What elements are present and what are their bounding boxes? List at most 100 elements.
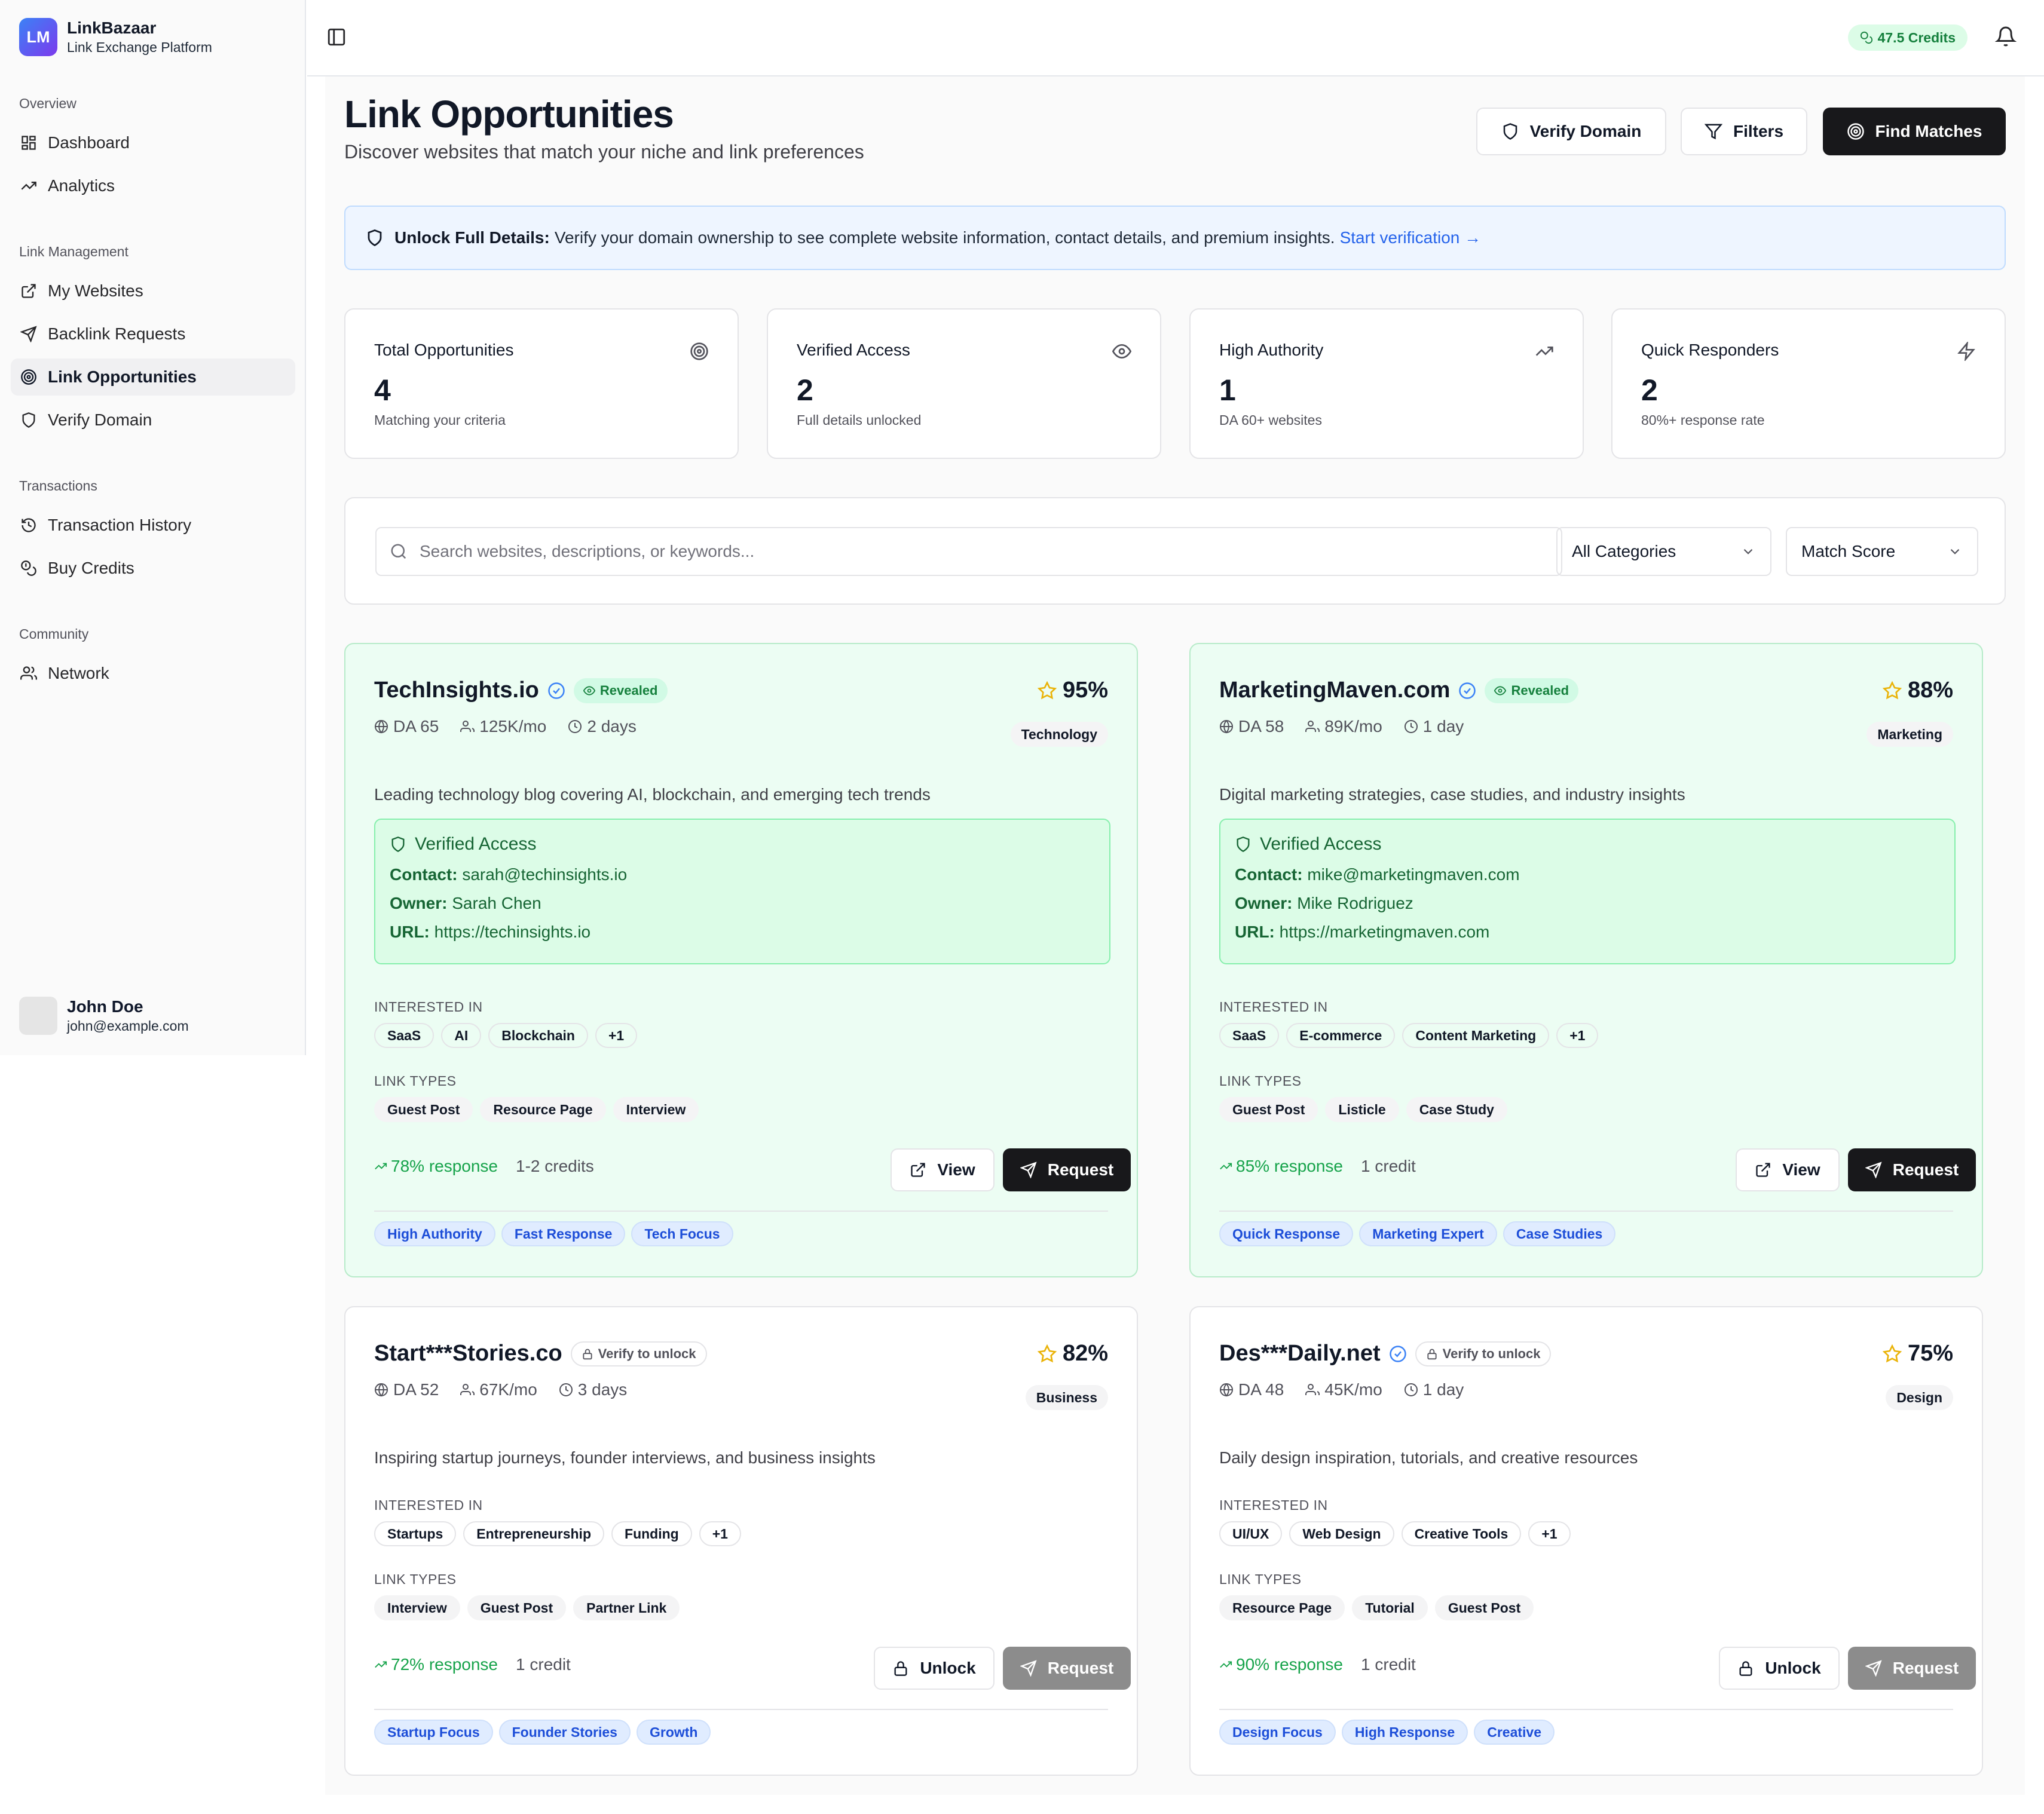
search-input[interactable]: Search websites, descriptions, or keywor…: [375, 527, 1562, 576]
url-label: URL:: [390, 923, 430, 941]
view-button[interactable]: View: [1736, 1148, 1840, 1191]
credits-badge[interactable]: 47.5 Credits: [1847, 24, 1967, 51]
sidebar-item-analytics[interactable]: Analytics: [11, 167, 295, 204]
site-description: Leading technology blog covering AI, blo…: [374, 785, 931, 804]
target-icon: [19, 367, 38, 387]
match-score: 75%: [1882, 1341, 1953, 1366]
stat-value: 2: [1641, 373, 1658, 407]
clock-icon: [1404, 1383, 1418, 1397]
contact-value[interactable]: mike@marketingmaven.com: [1307, 865, 1519, 884]
credit-cost: 1 credit: [1361, 1655, 1416, 1674]
credits-value: 47.5 Credits: [1877, 29, 1956, 45]
interest-chip: AI: [441, 1023, 482, 1048]
sidebar-item-transaction-history[interactable]: Transaction History: [11, 507, 295, 544]
site-name[interactable]: TechInsights.io: [374, 678, 539, 703]
sidebar-item-verify-domain[interactable]: Verify Domain: [11, 402, 295, 439]
url-value[interactable]: https://techinsights.io: [434, 923, 590, 941]
sidebar-item-link-opportunities[interactable]: Link Opportunities: [11, 358, 295, 396]
lock-icon: [582, 1348, 593, 1360]
trending-up-icon: [374, 1658, 387, 1671]
interest-more-chip[interactable]: +1: [1556, 1023, 1599, 1048]
interest-chip: SaaS: [374, 1023, 434, 1048]
site-meta: DA 52 67K/mo 3 days: [374, 1380, 627, 1399]
site-header: MarketingMaven.com Revealed: [1219, 678, 1579, 703]
sidebar-item-label: Link Opportunities: [48, 367, 197, 386]
verify-domain-button[interactable]: Verify Domain: [1476, 108, 1666, 155]
users-icon: [1305, 719, 1320, 734]
verified-access-title: Verified Access: [415, 834, 537, 854]
trending-up-icon: [1219, 1160, 1232, 1173]
sidebar-toggle-icon[interactable]: [326, 27, 349, 50]
verified-access-panel: Verified Access Contact: sarah@techinsig…: [374, 819, 1110, 964]
site-description: Digital marketing strategies, case studi…: [1219, 785, 1685, 804]
request-button-disabled[interactable]: Request: [1003, 1647, 1131, 1690]
contact-value[interactable]: sarah@techinsights.io: [462, 865, 627, 884]
sidebar-item-buy-credits[interactable]: Buy Credits: [11, 550, 295, 587]
view-label: View: [937, 1160, 975, 1179]
url-value[interactable]: https://marketingmaven.com: [1280, 923, 1490, 941]
zap-icon: [1957, 342, 1976, 361]
sidebar-item-network[interactable]: Network: [11, 655, 295, 692]
request-button[interactable]: Request: [1848, 1148, 1976, 1191]
owner-label: Owner:: [1235, 894, 1293, 912]
traffic-value: 67K/mo: [479, 1380, 537, 1399]
unlock-button[interactable]: Unlock: [874, 1647, 995, 1690]
start-verification-link[interactable]: Start verification →: [1340, 228, 1482, 247]
tag: Tech Focus: [631, 1221, 733, 1246]
site-name[interactable]: Start***Stories.co: [374, 1341, 562, 1366]
clock-icon: [559, 1383, 573, 1397]
unlock-label: Unlock: [1765, 1659, 1821, 1677]
site-name[interactable]: Des***Daily.net: [1219, 1341, 1381, 1366]
target-icon: [1847, 122, 1865, 140]
category-badge: Marketing: [1866, 722, 1953, 747]
send-icon: [1865, 1162, 1882, 1178]
brand[interactable]: LM LinkBazaar Link Exchange Platform: [19, 18, 212, 56]
verify-to-unlock-badge: Verify to unlock: [1415, 1341, 1552, 1366]
request-button-disabled[interactable]: Request: [1848, 1647, 1976, 1690]
interest-more-chip[interactable]: +1: [1528, 1521, 1571, 1546]
sidebar-item-label: Transaction History: [48, 516, 192, 534]
filters-button[interactable]: Filters: [1681, 108, 1807, 155]
verification-banner: Unlock Full Details: Verify your domain …: [344, 206, 2006, 270]
unlock-button[interactable]: Unlock: [1719, 1647, 1840, 1690]
tag: Fast Response: [501, 1221, 626, 1246]
request-button[interactable]: Request: [1003, 1148, 1131, 1191]
bell-icon[interactable]: [1995, 26, 2019, 50]
owner-value: Sarah Chen: [452, 894, 541, 912]
sort-select[interactable]: Match Score: [1786, 527, 1978, 576]
sidebar-item-backlink-requests[interactable]: Backlink Requests: [11, 315, 295, 353]
divider: [1219, 1211, 1953, 1212]
external-link-icon: [1755, 1162, 1771, 1178]
verify-unlock-label: Verify to unlock: [1442, 1346, 1541, 1361]
link-types-list: Guest Post Listicle Case Study: [1219, 1097, 1507, 1122]
lock-icon: [892, 1660, 909, 1677]
time-value: 3 days: [577, 1380, 628, 1399]
interest-more-chip[interactable]: +1: [595, 1023, 638, 1048]
view-button[interactable]: View: [891, 1148, 995, 1191]
divider: [374, 1709, 1108, 1710]
chevron-down-icon: [1947, 544, 1963, 559]
category-select[interactable]: All Categories: [1556, 527, 1771, 576]
user-profile[interactable]: John Doe john@example.com: [19, 997, 189, 1035]
interest-more-chip[interactable]: +1: [699, 1521, 741, 1546]
globe-icon: [1219, 719, 1234, 734]
grid-icon: [19, 133, 38, 152]
link-types-label: LINK TYPES: [374, 1073, 457, 1089]
credit-cost: 1-2 credits: [516, 1157, 594, 1175]
opportunity-card: TechInsights.io Revealed 95% DA 65 125K/…: [344, 643, 1138, 1277]
link-type-chip: Case Study: [1406, 1097, 1507, 1122]
section-label-link-management: Link Management: [19, 244, 128, 259]
filters-label: Filters: [1733, 122, 1784, 140]
revealed-label: Revealed: [1511, 682, 1569, 698]
interested-in-label: INTERESTED IN: [374, 1497, 483, 1513]
find-matches-button[interactable]: Find Matches: [1823, 108, 2006, 155]
sidebar-item-my-websites[interactable]: My Websites: [11, 272, 295, 310]
star-icon: [1882, 681, 1902, 700]
link-type-chip: Listicle: [1325, 1097, 1399, 1122]
request-label: Request: [1047, 1160, 1114, 1179]
request-label: Request: [1892, 1160, 1959, 1179]
score-value: 75%: [1907, 1341, 1953, 1366]
shield-icon: [1235, 836, 1252, 853]
sidebar-item-dashboard[interactable]: Dashboard: [11, 124, 295, 161]
site-name[interactable]: MarketingMaven.com: [1219, 678, 1450, 703]
